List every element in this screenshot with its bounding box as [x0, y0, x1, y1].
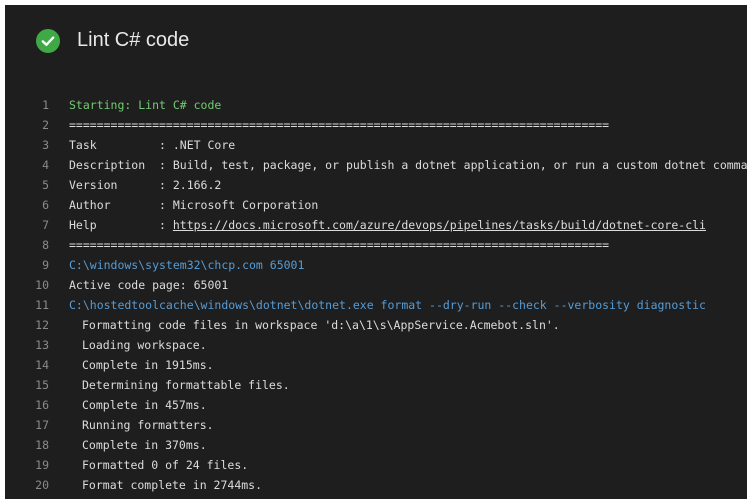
log-text: Description : Build, test, package, or p… [69, 158, 747, 172]
log-line: 8 =======================================… [5, 235, 747, 255]
log-line: 20 Format complete in 2744ms. [5, 475, 747, 495]
log-text: ========================================… [69, 118, 610, 132]
line-number: 11 [35, 298, 49, 312]
log-text: Determining formattable files. [82, 378, 290, 392]
line-number: 10 [35, 278, 49, 292]
log-text: Loading workspace. [82, 338, 207, 352]
log-text: Format complete in 2744ms. [82, 478, 263, 492]
log-line: 19 Formatted 0 of 24 files. [5, 455, 747, 475]
line-number: 5 [42, 178, 49, 192]
line-number: 9 [42, 258, 49, 272]
log-line: 14 Complete in 1915ms. [5, 355, 747, 375]
line-number: 20 [35, 478, 49, 492]
line-number: 8 [42, 238, 49, 252]
log-text: Complete in 457ms. [82, 398, 207, 412]
log-line: 18 Complete in 370ms. [5, 435, 747, 455]
line-number: 14 [35, 358, 49, 372]
line-number: 1 [42, 98, 49, 112]
log-line: 2 =======================================… [5, 115, 747, 135]
line-number: 18 [35, 438, 49, 452]
log-line: 6 Author : Microsoft Corporation [5, 195, 747, 215]
log-text: Running formatters. [82, 418, 214, 432]
log-text: Complete in 1915ms. [82, 358, 214, 372]
log-text: Task : .NET Core [69, 138, 236, 152]
log-text: Formatted 0 of 24 files. [82, 458, 249, 472]
log-text: C:\windows\system32\chcp.com 65001 [69, 258, 305, 272]
log-line: 12 Formatting code files in workspace 'd:… [5, 315, 747, 335]
log-text: Version : 2.166.2 [69, 178, 222, 192]
log-text: Starting: Lint C# code [69, 98, 222, 112]
log-text: C:\hostedtoolcache\windows\dotnet\dotnet… [69, 298, 706, 312]
log-line: 10 Active code page: 65001 [5, 275, 747, 295]
log-line: 13 Loading workspace. [5, 335, 747, 355]
log-line: 3 Task : .NET Core [5, 135, 747, 155]
log-line: 4 Description : Build, test, package, or … [5, 155, 747, 175]
help-link[interactable]: https://docs.microsoft.com/azure/devops/… [173, 218, 706, 232]
line-number: 2 [42, 118, 49, 132]
log-line: 5 Version : 2.166.2 [5, 175, 747, 195]
log-text: Formatting code files in workspace 'd:\a… [82, 318, 560, 332]
line-number: 7 [42, 218, 49, 232]
log-text: Author : Microsoft Corporation [69, 198, 319, 212]
log-line: 16 Complete in 457ms. [5, 395, 747, 415]
step-header: Lint C# code [5, 5, 747, 79]
log-text: Complete in 370ms. [82, 438, 207, 452]
line-number: 4 [42, 158, 49, 172]
log-line: 17 Running formatters. [5, 415, 747, 435]
log-line: 11 C:\hostedtoolcache\windows\dotnet\dotn… [5, 295, 747, 315]
log-output: 1 Starting: Lint C# code 2 ================… [5, 95, 747, 495]
line-number: 6 [42, 198, 49, 212]
log-text-prefix: Help : [69, 218, 173, 232]
success-check-icon [36, 29, 60, 53]
line-number: 19 [35, 458, 49, 472]
pipeline-log-panel: Lint C# code 1 Starting: Lint C# code 2 ===… [5, 5, 747, 499]
log-line: 1 Starting: Lint C# code [5, 95, 747, 115]
line-number: 16 [35, 398, 49, 412]
log-line: 9 C:\windows\system32\chcp.com 65001 [5, 255, 747, 275]
log-text: Active code page: 65001 [69, 278, 229, 292]
step-title: Lint C# code [77, 29, 190, 51]
log-line: 15 Determining formattable files. [5, 375, 747, 395]
log-line: 7 Help : https://docs.microsoft.com/azure… [5, 215, 747, 235]
line-number: 15 [35, 378, 49, 392]
line-number: 13 [35, 338, 49, 352]
line-number: 17 [35, 418, 49, 432]
line-number: 3 [42, 138, 49, 152]
log-text: Help : https://docs.microsoft.com/azure/… [69, 215, 706, 235]
log-text: ========================================… [69, 238, 610, 252]
line-number: 12 [35, 318, 49, 332]
